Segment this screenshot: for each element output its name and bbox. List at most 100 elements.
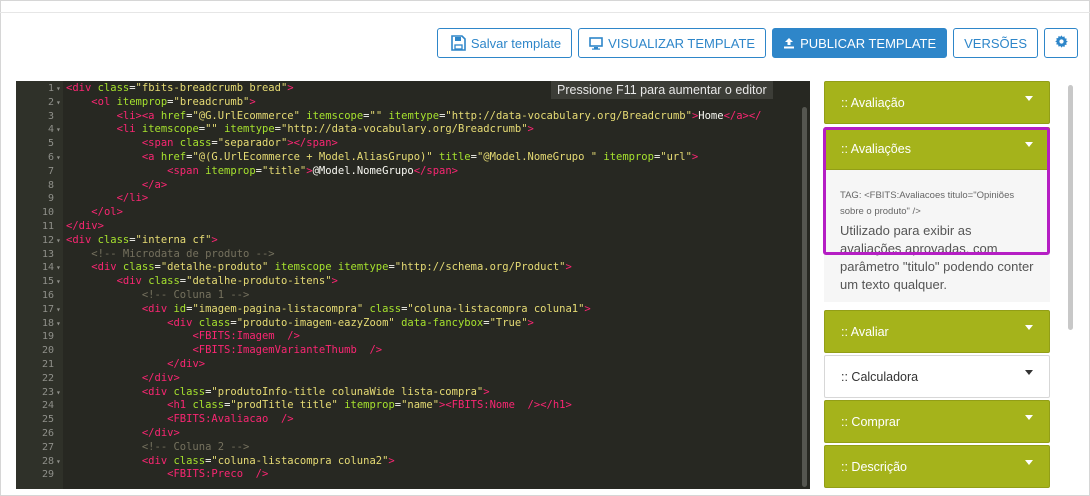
fold-arrow-icon[interactable]: ▾ <box>56 275 61 289</box>
panel-calculadora[interactable]: :: Calculadora <box>824 355 1050 398</box>
line-number: 27 <box>41 441 54 453</box>
tag-snippet: TAG: <FBITS:Avaliacoes titulo="Opiniões … <box>840 190 1015 217</box>
code-line[interactable]: 14 ▾ <div class="detalhe-produto" itemsco… <box>16 261 810 275</box>
fold-arrow-icon[interactable]: ▾ <box>56 317 61 331</box>
code-token: </a> <box>141 178 168 191</box>
code-line[interactable]: 3 <li><a href="@G.UrlEcommerce" itemscop… <box>16 110 810 124</box>
panel-label: :: Avaliação <box>841 95 905 110</box>
code-line[interactable]: 21 </div> <box>16 358 810 372</box>
code-line[interactable]: 15 ▾ <div class="detalhe-produto-itens"> <box>16 275 810 289</box>
code-line[interactable]: 17 ▾ <div id="imagem-pagina-listacompra" … <box>16 303 810 317</box>
publish-template-button[interactable]: PUBLICAR TEMPLATE <box>772 28 948 58</box>
code-line[interactable]: 28 ▾ <div class="coluna-listacompra colun… <box>16 455 810 469</box>
panel-descricao[interactable]: :: Descrição <box>824 445 1050 488</box>
fold-arrow-icon[interactable]: ▾ <box>56 455 61 469</box>
code-text: <li><a href="@G.UrlEcommerce" itemscope=… <box>66 110 762 124</box>
code-line[interactable]: 22 </div> <box>16 372 810 386</box>
code-token: "coluna-listacompra coluna1" <box>407 302 585 315</box>
visualize-template-label: VISUALIZAR TEMPLATE <box>608 35 756 51</box>
code-token: <div <box>116 275 149 288</box>
code-token: "http://data-vocabulary.org/Breadcrumb" <box>445 109 692 122</box>
publish-template-label: PUBLICAR TEMPLATE <box>800 35 937 51</box>
panel-comprar[interactable]: :: Comprar <box>824 400 1050 443</box>
save-template-label: Salvar template <box>470 35 562 51</box>
code-token: itemscope <box>306 109 364 122</box>
code-token: title <box>439 151 471 163</box>
line-number: 15 <box>41 276 54 288</box>
fold-arrow-icon[interactable]: ▾ <box>56 261 61 275</box>
code-token: <a <box>141 151 161 163</box>
code-line[interactable]: 11 </div> <box>16 220 810 234</box>
code-line[interactable]: 18 ▾ <div class="produto-imagem-eazyZoom"… <box>16 317 810 331</box>
versions-button[interactable]: VERSÕES <box>953 28 1038 58</box>
code-token: "@G.UrlEcommerce" <box>192 109 300 122</box>
code-line[interactable]: 12 ▾ <div class="interna cf"> <box>16 234 810 248</box>
code-token: id <box>173 302 187 315</box>
code-token: itemtype <box>337 261 389 274</box>
fold-arrow-icon[interactable]: ▾ <box>56 82 61 96</box>
code-token: <div <box>66 82 98 94</box>
code-line[interactable]: 4 ▾ <li itemscope="" itemtype="http://dat… <box>16 123 810 137</box>
code-line[interactable]: 26 </div> <box>16 427 810 441</box>
code-line[interactable]: 16 <!-- Coluna 1 --> <box>16 289 810 303</box>
code-line[interactable]: 10 </ol> <box>16 206 810 220</box>
fold-arrow-icon[interactable]: ▾ <box>56 123 61 137</box>
code-token: /> <box>369 344 383 357</box>
editor-scrollbar[interactable] <box>802 107 807 487</box>
code-line[interactable]: 27 <!-- Coluna 2 --> <box>16 441 810 455</box>
line-number: 26 <box>41 428 54 439</box>
line-number: 8 <box>47 179 54 191</box>
line-number: 22 <box>41 372 54 384</box>
code-line[interactable]: 29 <FBITS:Preco /> <box>16 468 810 482</box>
code-line[interactable]: 20 <FBITS:ImagemVarianteThumb /> <box>16 344 810 358</box>
code-text: </li> <box>66 192 149 206</box>
code-line[interactable]: 8 </a> <box>16 179 810 193</box>
code-line[interactable]: 19 <FBITS:Imagem /> <box>16 330 810 344</box>
code-text: </div> <box>66 427 180 441</box>
code-editor[interactable]: 1 ▾ <div class="fbits-breadcrumb bread"> 2 ▾… <box>16 81 810 489</box>
code-line[interactable]: 5 <span class="separador"></span> <box>16 137 810 151</box>
code-line[interactable]: 6 ▾ <a href="@(G.UrlEcommerce + Model.Ali… <box>16 151 810 165</box>
panel-avaliacoes[interactable]: :: Avaliações <box>824 127 1050 170</box>
code-token: itemprop <box>116 95 168 108</box>
fold-arrow-icon[interactable]: ▾ <box>56 303 61 317</box>
settings-button[interactable] <box>1044 28 1078 58</box>
code-token: > <box>527 316 534 329</box>
code-token: <!-- Microdata de produto --> <box>91 247 275 260</box>
line-number: 1 <box>47 83 54 94</box>
code-line[interactable]: 7 <span itemprop="title">@Model.NomeGrup… <box>16 165 810 179</box>
panel-avaliar[interactable]: :: Avaliar <box>824 310 1050 353</box>
fold-arrow-icon[interactable]: ▾ <box>56 386 61 400</box>
line-number: 13 <box>41 248 54 260</box>
code-line[interactable]: 25 <FBITS:Avaliacao /> <box>16 413 810 427</box>
code-token: <div <box>66 233 98 246</box>
code-line[interactable]: 13 <!-- Microdata de produto --> <box>16 248 810 262</box>
code-token: "separador" <box>217 137 288 150</box>
code-token: class <box>148 275 180 288</box>
code-token: <FBITS:Imagem <box>192 330 281 343</box>
visualize-template-button[interactable]: VISUALIZAR TEMPLATE <box>578 28 767 58</box>
save-template-button[interactable]: Salvar template <box>436 28 573 58</box>
sidebar-scrollbar[interactable] <box>1068 85 1073 330</box>
fold-arrow-icon[interactable]: ▾ <box>56 96 61 110</box>
code-line[interactable]: 24 <h1 class="prodTitle title" itemprop=… <box>16 399 810 413</box>
code-token: @Model.NomeGrupo <box>312 164 414 177</box>
line-number: 21 <box>41 359 54 370</box>
line-number: 9 <box>47 193 54 205</box>
code-token: </div> <box>167 358 206 370</box>
code-line[interactable]: 23 ▾ <div class="produtoInfo-title coluna… <box>16 386 810 400</box>
code-token: "detalhe-produto-itens" <box>186 275 332 288</box>
panel-label: :: Avaliações <box>841 141 911 156</box>
code-line[interactable]: 9 </li> <box>16 192 810 206</box>
fold-arrow-icon[interactable]: ▾ <box>56 151 61 165</box>
panel-avaliacao[interactable]: :: Avaliação <box>824 81 1050 124</box>
caret-down-icon <box>1025 460 1033 465</box>
fold-arrow-icon[interactable]: ▾ <box>56 234 61 248</box>
